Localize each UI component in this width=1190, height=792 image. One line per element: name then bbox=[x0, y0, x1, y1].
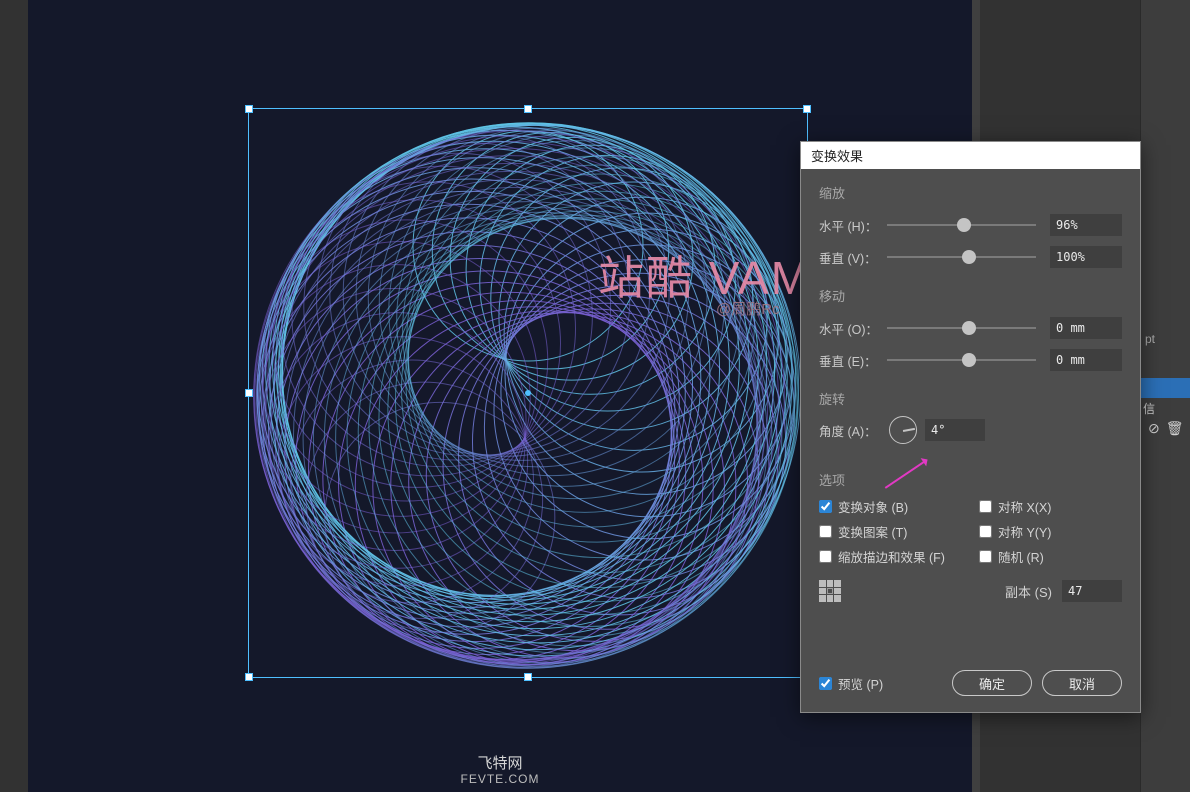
move-vertical-label: 垂直 (E)： bbox=[819, 351, 881, 370]
footer-site-name-en: FEVTE.COM bbox=[28, 772, 972, 786]
move-vertical-slider[interactable] bbox=[887, 359, 1036, 361]
right-panel-char: 信 bbox=[1143, 400, 1155, 417]
right-panel-selected-row[interactable] bbox=[1140, 378, 1190, 398]
cancel-button[interactable]: 取消 bbox=[1042, 670, 1122, 696]
move-horizontal-slider[interactable] bbox=[887, 327, 1036, 329]
resize-handle-tr[interactable] bbox=[803, 105, 811, 113]
scale-horizontal-input[interactable] bbox=[1050, 214, 1122, 236]
scale-vertical-label: 垂直 (V)： bbox=[819, 248, 881, 267]
rotate-angle-label: 角度 (A)： bbox=[819, 421, 881, 440]
checkbox-scale-strokes[interactable]: 缩放描边和效果 (F) bbox=[819, 547, 979, 566]
scale-vertical-input[interactable] bbox=[1050, 246, 1122, 268]
rotate-section: 旋转 角度 (A)： bbox=[819, 389, 1122, 444]
checkbox-transform-objects[interactable]: 变换对象 (B) bbox=[819, 497, 979, 516]
dialog-title-bar[interactable]: 变换效果 bbox=[801, 142, 1140, 169]
move-horizontal-label: 水平 (O)： bbox=[819, 319, 881, 338]
checkbox-reflect-x[interactable]: 对称 X(X) bbox=[979, 497, 1099, 516]
resize-handle-bl[interactable] bbox=[245, 673, 253, 681]
selection-center-point[interactable] bbox=[525, 390, 531, 396]
checkbox-reflect-y[interactable]: 对称 Y(Y) bbox=[979, 522, 1099, 541]
resize-handle-ml[interactable] bbox=[245, 389, 253, 397]
registration-point-grid[interactable] bbox=[819, 580, 841, 602]
scale-section: 缩放 水平 (H)： 垂直 (V)： bbox=[819, 183, 1122, 272]
trash-icon[interactable]: 🗑 bbox=[1166, 420, 1184, 437]
preview-checkbox[interactable]: 预览 (P) bbox=[819, 674, 883, 693]
copies-input[interactable] bbox=[1062, 580, 1122, 602]
watermark-sub: @周鹏Rc bbox=[716, 298, 780, 319]
move-section: 移动 水平 (O)： 垂直 (E)： bbox=[819, 286, 1122, 375]
resize-handle-bm[interactable] bbox=[524, 673, 532, 681]
move-horizontal-input[interactable] bbox=[1050, 317, 1122, 339]
right-panel-icons: ⊘ 🗑 bbox=[1148, 420, 1184, 437]
ok-button[interactable]: 确定 bbox=[952, 670, 1032, 696]
disallow-icon[interactable]: ⊘ bbox=[1148, 420, 1160, 437]
scale-section-label: 缩放 bbox=[819, 183, 1122, 202]
resize-handle-tm[interactable] bbox=[524, 105, 532, 113]
rotate-section-label: 旋转 bbox=[819, 389, 1122, 408]
options-section-label: 选项 bbox=[819, 470, 1122, 489]
rotate-angle-dial[interactable] bbox=[889, 416, 917, 444]
copies-label: 副本 (S) bbox=[1005, 582, 1052, 601]
rotate-angle-input[interactable] bbox=[925, 419, 985, 441]
move-section-label: 移动 bbox=[819, 286, 1122, 305]
scale-horizontal-slider[interactable] bbox=[887, 224, 1036, 226]
unit-label: pt bbox=[1145, 332, 1155, 346]
checkbox-random[interactable]: 随机 (R) bbox=[979, 547, 1099, 566]
resize-handle-tl[interactable] bbox=[245, 105, 253, 113]
scale-horizontal-label: 水平 (H)： bbox=[819, 216, 881, 235]
dialog-title-text: 变换效果 bbox=[811, 146, 863, 165]
selection-bounding-box[interactable] bbox=[248, 108, 808, 678]
scale-vertical-slider[interactable] bbox=[887, 256, 1036, 258]
transform-effect-dialog: 变换效果 缩放 水平 (H)： 垂直 (V)： 移动 水平 (O)： bbox=[800, 141, 1141, 713]
checkbox-transform-patterns[interactable]: 变换图案 (T) bbox=[819, 522, 979, 541]
footer-site-name-cn: 飞特网 bbox=[28, 752, 972, 773]
options-section: 选项 变换对象 (B) 对称 X(X) 变换图案 (T) 对称 Y(Y) 缩放描… bbox=[819, 470, 1122, 602]
move-vertical-input[interactable] bbox=[1050, 349, 1122, 371]
